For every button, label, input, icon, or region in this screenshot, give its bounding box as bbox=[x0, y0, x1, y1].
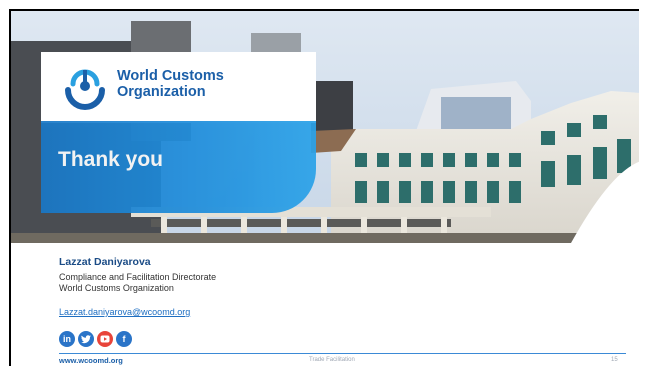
social-links: in f bbox=[59, 331, 132, 347]
wco-logo[interactable]: World Customs Organization bbox=[41, 52, 316, 123]
wco-emblem-icon bbox=[65, 69, 105, 110]
linkedin-glyph: in bbox=[63, 334, 71, 344]
facebook-glyph: f bbox=[122, 334, 126, 344]
twitter-icon[interactable] bbox=[78, 331, 94, 347]
footer-page-number: 15 bbox=[611, 357, 618, 363]
logo-wordmark: World Customs Organization bbox=[117, 68, 224, 100]
speaker-department: Compliance and Facilitation Directorate bbox=[59, 272, 217, 282]
logo-line-1: World Customs bbox=[117, 68, 224, 84]
facebook-icon[interactable]: f bbox=[116, 331, 132, 347]
speaker-email-link[interactable]: Lazzat.daniyarova@wcoomd.org bbox=[59, 307, 190, 317]
youtube-icon[interactable] bbox=[97, 331, 113, 347]
linkedin-icon[interactable]: in bbox=[59, 331, 75, 347]
speaker-name: Lazzat Daniyarova bbox=[59, 256, 151, 268]
hero-photo: World Customs Organization Thank you bbox=[11, 11, 639, 243]
youtube-play-icon bbox=[100, 335, 110, 343]
presentation-slide: World Customs Organization Thank you Laz… bbox=[9, 9, 639, 366]
footer-divider bbox=[59, 353, 626, 354]
speaker-organization: World Customs Organization bbox=[59, 283, 174, 293]
footer-website-link[interactable]: www.wcoomd.org bbox=[59, 356, 123, 365]
footer-section-label: Trade Facilitation bbox=[309, 357, 355, 363]
slide-title: Thank you bbox=[58, 148, 164, 171]
logo-line-2: Organization bbox=[117, 84, 206, 100]
title-banner: Thank you bbox=[41, 121, 316, 213]
twitter-bird-icon bbox=[81, 334, 91, 343]
